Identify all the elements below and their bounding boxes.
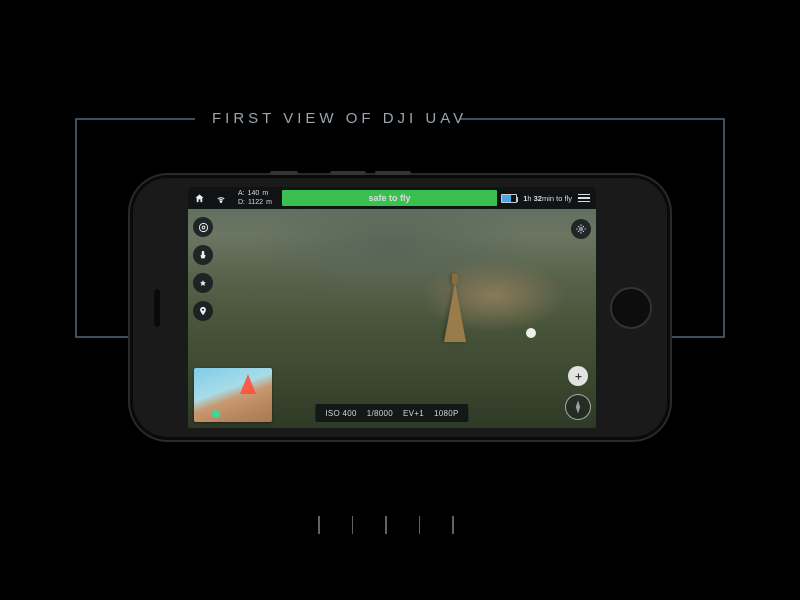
menu-icon[interactable] — [578, 194, 590, 203]
tick-mark — [352, 516, 354, 534]
right-toolbar-bottom — [565, 366, 591, 420]
home-icon[interactable] — [188, 187, 210, 209]
landmark-tower — [444, 282, 466, 342]
camera-resolution: 1080P — [434, 409, 459, 418]
altitude-unit: m — [262, 190, 268, 198]
camera-shutter: 1/8000 — [367, 409, 393, 418]
left-toolbar — [193, 217, 213, 321]
altitude-label: A: — [238, 190, 245, 198]
page-title: FIRST VIEW OF DJI UAV — [212, 110, 467, 127]
flight-time-suffix: min to fly — [542, 194, 572, 203]
gimbal-icon[interactable] — [193, 217, 213, 237]
altitude-distance-readout: A: 140 m D: 1122 m — [232, 190, 278, 207]
record-icon[interactable] — [568, 366, 588, 386]
tick-mark — [385, 516, 387, 534]
flight-time-hours-unit: h — [527, 194, 531, 203]
app-screen: A: 140 m D: 1122 m safe to fly 1h 32min … — [188, 187, 596, 428]
altitude-value: 140 — [248, 190, 260, 198]
distance-value: 1122 — [248, 199, 263, 207]
tick-mark — [419, 516, 421, 534]
right-toolbar-top — [571, 219, 591, 239]
phone-power-button — [270, 171, 298, 175]
camera-iso: ISO 400 — [325, 409, 356, 418]
phone-home-button[interactable] — [610, 287, 652, 329]
distance-label: D: — [238, 199, 245, 207]
camera-settings-bar[interactable]: ISO 400 1/8000 EV+1 1080P — [315, 404, 468, 422]
signal-icon[interactable] — [210, 187, 232, 209]
flight-status-badge[interactable]: safe to fly — [282, 190, 497, 206]
poi-icon[interactable] — [193, 301, 213, 321]
gesture-icon[interactable] — [193, 245, 213, 265]
compass-icon[interactable] — [565, 394, 591, 420]
flight-time-remaining: 1h 32min to fly — [519, 194, 576, 203]
tick-mark — [318, 516, 320, 534]
status-bar: A: 140 m D: 1122 m safe to fly 1h 32min … — [188, 187, 596, 209]
phone-frame: A: 140 m D: 1122 m safe to fly 1h 32min … — [130, 175, 670, 440]
camera-ev: EV+1 — [403, 409, 424, 418]
phone-volume-button — [375, 171, 411, 175]
tick-mark — [452, 516, 454, 534]
flight-time-minutes: 32 — [534, 194, 542, 203]
minimap[interactable] — [194, 368, 272, 422]
battery-icon[interactable] — [501, 194, 517, 203]
phone-volume-button — [330, 171, 366, 175]
settings-icon[interactable] — [571, 219, 591, 239]
distance-unit: m — [266, 199, 272, 207]
timeline-ticks — [318, 516, 454, 534]
waypoint-marker — [526, 328, 536, 338]
tracking-icon[interactable] — [193, 273, 213, 293]
